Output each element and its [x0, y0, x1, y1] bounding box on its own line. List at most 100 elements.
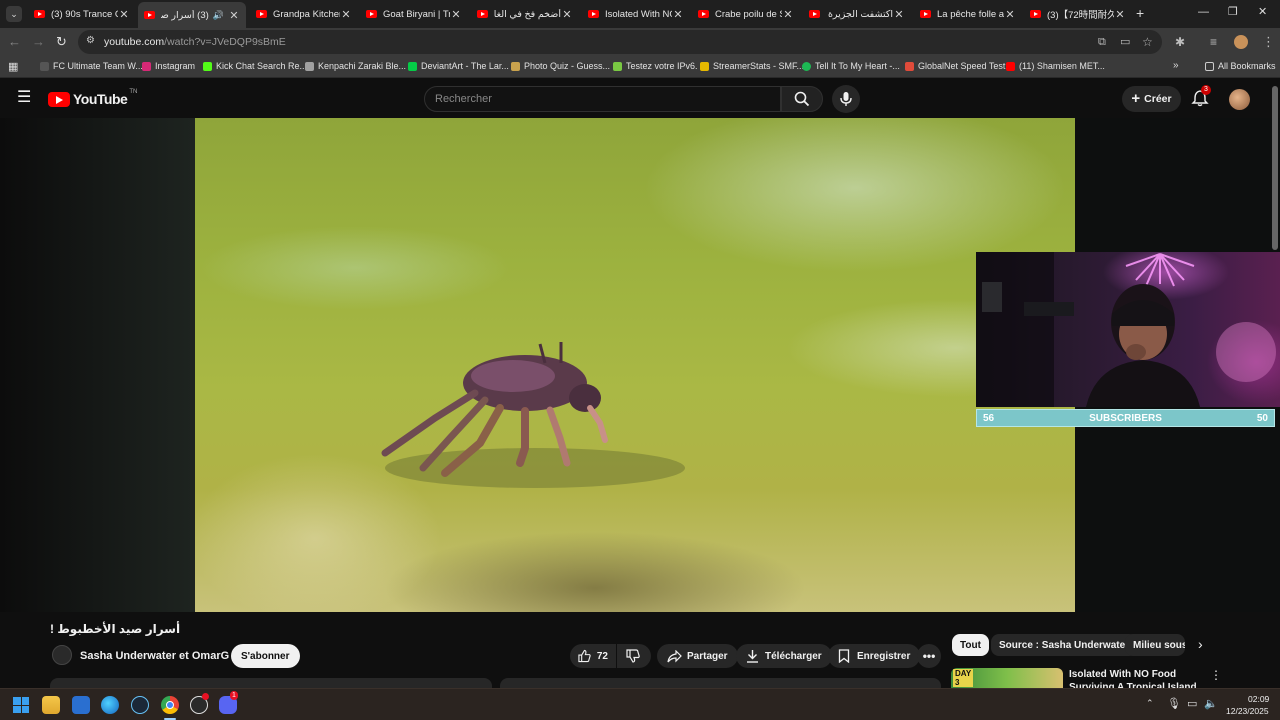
windows-start-icon[interactable]	[13, 697, 29, 713]
forward-arrow-icon[interactable]: →	[32, 34, 45, 50]
kick-icon	[203, 61, 212, 71]
close-tab-icon[interactable]: ✕	[893, 8, 905, 21]
bookmark-item[interactable]: Tell It To My Heart -...	[802, 61, 900, 71]
bookmark-item[interactable]: Kick Chat Search Re...	[203, 61, 307, 71]
all-bookmarks-folder[interactable]: All Bookmarks	[1205, 61, 1276, 71]
close-window-icon[interactable]: ✕	[1258, 5, 1267, 18]
browser-tab-strip: ⌄ (3) 90s Trance Clu ✕ (3) أسرار صيد 🔊 ✕…	[0, 0, 1280, 28]
share-button[interactable]: Partager	[657, 644, 738, 668]
more-bookmarks-icon[interactable]: »	[1173, 60, 1179, 71]
youtube-favicon-icon	[34, 10, 45, 18]
close-tab-icon[interactable]: ✕	[1114, 8, 1126, 21]
browser-tab[interactable]: Crabe poilu de Sa ✕	[692, 4, 800, 24]
close-tab-icon[interactable]: ✕	[450, 8, 462, 21]
channel-avatar[interactable]	[52, 645, 72, 665]
clock-time[interactable]: 02:09	[1248, 694, 1269, 704]
youtube-favicon-icon	[1006, 61, 1015, 71]
new-tab-button[interactable]: +	[1136, 5, 1144, 21]
chip-underwater[interactable]: Milieu sous	[1125, 634, 1185, 656]
file-explorer-icon[interactable]	[42, 696, 60, 714]
voice-search-button[interactable]	[832, 85, 860, 113]
profile-avatar[interactable]	[1234, 35, 1248, 49]
bookmark-item[interactable]: Instagram	[142, 61, 195, 71]
close-tab-icon[interactable]: ✕	[228, 9, 240, 22]
obs-icon[interactable]	[190, 693, 209, 714]
browser-tab[interactable]: Goat Biryani | Trac ✕	[360, 4, 468, 24]
browser-tab[interactable]: اكتشفت الجزيرة ال ✕	[803, 4, 911, 24]
discord-icon[interactable]: 1	[219, 691, 238, 714]
browser-tab[interactable]: Isolated With NO ✕	[582, 4, 690, 24]
steam-icon[interactable]	[131, 696, 149, 714]
bookmark-item[interactable]: FC Ultimate Team W...	[40, 61, 143, 71]
youtube-favicon-icon	[256, 10, 267, 18]
cast-icon[interactable]: ▭	[1120, 34, 1130, 50]
bookmark-star-icon[interactable]: ☆	[1142, 34, 1153, 50]
apps-grid-icon[interactable]: ▦	[8, 60, 18, 73]
browser-tab[interactable]: Grandpa Kitchen ✕	[250, 4, 358, 24]
subscribe-button[interactable]: S'abonner	[231, 644, 300, 668]
instagram-icon	[142, 61, 151, 71]
dislike-button[interactable]	[617, 644, 651, 668]
more-actions-button[interactable]: •••	[917, 644, 941, 668]
microphone-tray-icon[interactable]: 🎙	[1167, 697, 1181, 710]
browser-tab[interactable]: La pêche folle au ✕	[914, 4, 1022, 24]
recommendation-menu-icon[interactable]: ⋮	[1210, 668, 1222, 682]
browser-tab[interactable]: (3) 90s Trance Clu ✕	[28, 4, 136, 24]
bookmark-item[interactable]: Kenpachi Zaraki Ble...	[305, 61, 406, 71]
network-icon[interactable]: ▭	[1187, 697, 1197, 710]
close-tab-icon[interactable]: ✕	[1004, 8, 1016, 21]
menu-kebab-icon[interactable]: ⋮	[1262, 34, 1275, 50]
restore-icon[interactable]: ❐	[1228, 5, 1238, 18]
bookmark-item[interactable]: (11) Shamisen MET...	[1006, 61, 1105, 71]
close-tab-icon[interactable]: ✕	[672, 8, 684, 21]
close-tab-icon[interactable]: ✕	[561, 8, 573, 21]
show-hidden-icons[interactable]: ⌃	[1146, 698, 1154, 709]
close-tab-icon[interactable]: ✕	[340, 8, 352, 21]
back-arrow-icon[interactable]: ←	[8, 34, 21, 50]
browser-tab[interactable]: أضخم فخ في الغا ✕	[471, 4, 579, 24]
close-tab-icon[interactable]: ✕	[118, 8, 130, 21]
search-button[interactable]	[781, 86, 823, 112]
translate-icon[interactable]: ⧉	[1098, 34, 1106, 50]
save-button[interactable]: Enregistrer	[828, 644, 921, 668]
extensions-icon[interactable]: ✱	[1175, 34, 1185, 50]
page-scrollbar[interactable]	[1272, 86, 1278, 250]
speaker-icon[interactable]: 🔊	[213, 10, 224, 21]
video-player[interactable]	[195, 118, 1075, 612]
chevron-right-icon[interactable]: ›	[1198, 636, 1203, 652]
chip-source[interactable]: Source : Sasha Underwater	[991, 634, 1138, 656]
url-text[interactable]: youtube.com/watch?v=JVeDQP9sBmE	[104, 36, 286, 48]
channel-name[interactable]: Sasha Underwater et OmarG	[80, 650, 229, 662]
create-button[interactable]: + Créer	[1122, 86, 1181, 112]
bookmark-item[interactable]: Testez votre IPv6.	[613, 61, 698, 71]
browser-tab[interactable]: (3)【72時間耐久】 ✕	[1024, 4, 1132, 24]
download-button[interactable]: Télécharger	[736, 644, 832, 668]
thumbs-up-icon	[578, 649, 591, 663]
bookmark-item[interactable]: StreamerStats - SMF...	[700, 61, 804, 71]
youtube-logo[interactable]: YouTube TN	[48, 89, 137, 107]
minimize-icon[interactable]: —	[1198, 6, 1209, 18]
edge-icon[interactable]	[101, 696, 119, 714]
close-tab-icon[interactable]: ✕	[782, 8, 794, 21]
notifications-button[interactable]: 3	[1191, 85, 1211, 109]
account-avatar[interactable]	[1229, 89, 1250, 110]
browser-tab-active[interactable]: (3) أسرار صيد 🔊 ✕	[138, 2, 246, 28]
chip-all[interactable]: Tout	[952, 634, 989, 656]
mail-app-icon[interactable]	[72, 696, 90, 714]
recommendation-title[interactable]: Isolated With NO Food Surviving A Tropic…	[1069, 668, 1207, 688]
volume-icon[interactable]: 🔈	[1204, 697, 1218, 710]
like-button[interactable]: 72	[570, 644, 616, 668]
search-input[interactable]: Rechercher	[424, 86, 781, 112]
hamburger-menu-icon[interactable]: ☰	[17, 90, 31, 106]
reload-icon[interactable]: ↻	[56, 34, 67, 50]
youtube-favicon-icon	[477, 10, 488, 18]
reading-list-icon[interactable]: ≡	[1210, 34, 1217, 50]
tab-search-icon[interactable]: ⌄	[6, 6, 22, 22]
clock-date[interactable]: 12/23/2025	[1226, 706, 1269, 716]
bookmark-item[interactable]: Photo Quiz - Guess...	[511, 61, 610, 71]
bookmark-item[interactable]: GlobalNet Speed Test	[905, 61, 1005, 71]
site-info-icon[interactable]: ⚙	[86, 35, 95, 46]
recommendation-thumbnail[interactable]: DAY 3	[951, 668, 1063, 688]
bookmark-item[interactable]: DeviantArt - The Lar...	[408, 61, 509, 71]
chrome-icon[interactable]	[161, 696, 179, 714]
